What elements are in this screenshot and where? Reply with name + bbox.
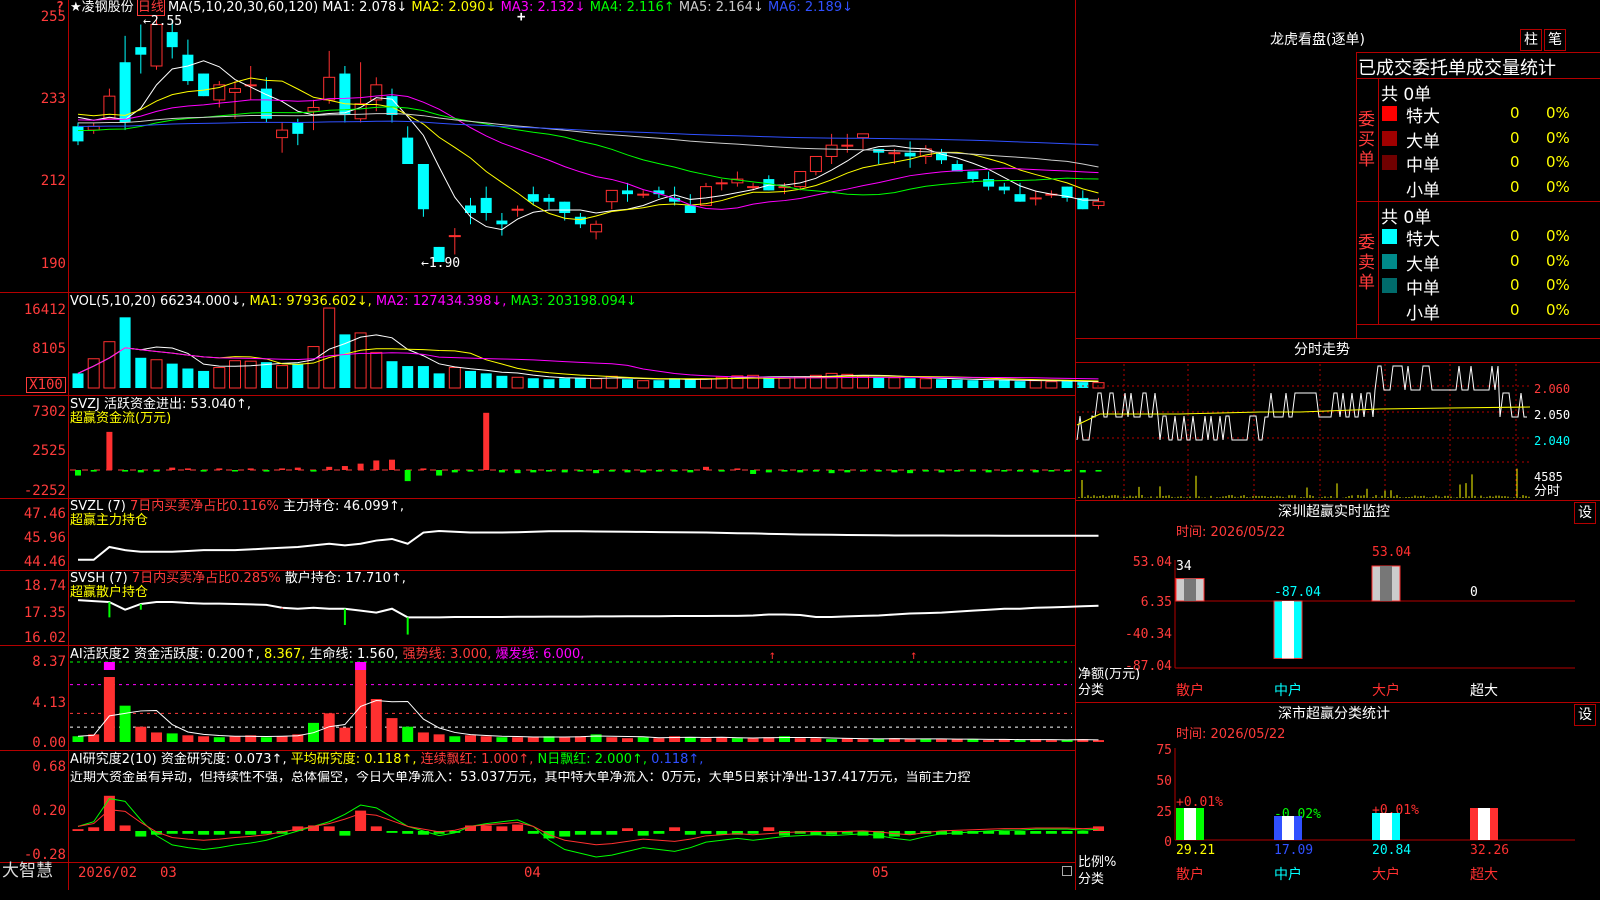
right-panel-drawing: [1076, 364, 1575, 841]
classify-bar-shade: [1478, 808, 1490, 840]
monitor-bar-shade: [1184, 578, 1196, 601]
intraday-price-line: [1076, 365, 1527, 441]
classify-bar-shade: [1380, 813, 1392, 840]
monitor-bar-shade: [1282, 601, 1294, 659]
classify-bar-shade: [1184, 808, 1196, 840]
monitor-bar-shade: [1380, 566, 1392, 601]
app-window: { "stock":{"star":"★","name":"凌钢股份","per…: [0, 0, 1600, 900]
classify-bar-shade: [1282, 816, 1294, 840]
intraday-avg-line: [1076, 406, 1531, 426]
